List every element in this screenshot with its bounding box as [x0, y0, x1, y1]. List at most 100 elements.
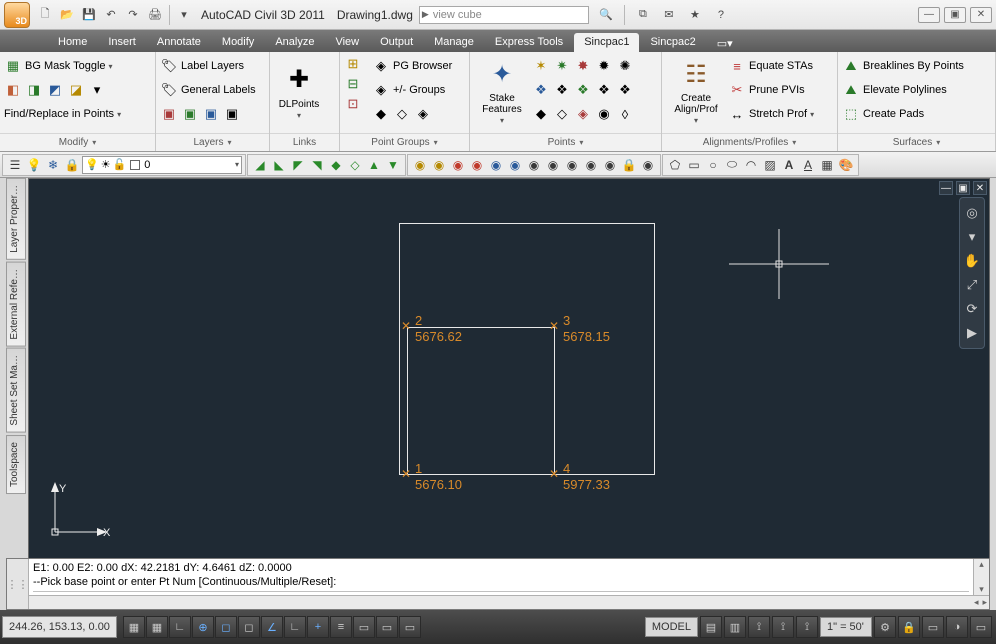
general-labels-button[interactable]: 🏷General Labels: [160, 79, 256, 101]
table-icon[interactable]: ▦: [818, 156, 836, 174]
pg-tool-icon[interactable]: ◆: [372, 105, 390, 123]
tool-icon[interactable]: ◆: [327, 156, 345, 174]
point-tool-icon[interactable]: ◈: [574, 105, 592, 123]
tool-icon[interactable]: ◢: [251, 156, 269, 174]
layer-tool-icon[interactable]: ▣: [223, 105, 241, 123]
tab-modify[interactable]: Modify: [212, 33, 264, 52]
subscription-icon[interactable]: ✉: [659, 5, 679, 25]
tab-annotate[interactable]: Annotate: [147, 33, 211, 52]
cmd-grip-icon[interactable]: ⋮⋮: [7, 559, 29, 609]
find-replace-button[interactable]: Find/Replace in Points▾: [4, 103, 151, 125]
point-tool-icon[interactable]: ❖: [574, 81, 592, 99]
point-tool-icon[interactable]: ❖: [553, 81, 571, 99]
pg-tool-icon[interactable]: ◈: [414, 105, 432, 123]
elevate-polylines-button[interactable]: ⛰Elevate Polylines: [842, 79, 964, 101]
osnap-icon[interactable]: ◻: [215, 616, 237, 638]
breaklines-button[interactable]: ⛰Breaklines By Points: [842, 55, 964, 77]
equate-stas-button[interactable]: ≡Equate STAs: [728, 55, 814, 77]
doc-minimize-icon[interactable]: —: [939, 181, 953, 195]
tab-sincpac1[interactable]: Sincpac1: [574, 33, 639, 52]
tool-icon[interactable]: ◨: [25, 81, 43, 99]
tool-icon[interactable]: ◉: [449, 156, 467, 174]
annotation-visibility-icon[interactable]: ⟟: [772, 616, 794, 638]
command-window[interactable]: ⋮⋮ E1: 0.00 E2: 0.00 dX: 42.2181 dY: 4.6…: [6, 558, 990, 610]
pg-tool-icon[interactable]: ⊞: [344, 55, 362, 73]
bulb-icon[interactable]: 💡: [25, 156, 43, 174]
quickview-layouts-icon[interactable]: ▤: [700, 616, 722, 638]
minimize-icon[interactable]: —: [918, 7, 940, 23]
prune-pvis-button[interactable]: ✂Prune PVIs: [728, 79, 814, 101]
help-icon[interactable]: ?: [711, 5, 731, 25]
rect-icon[interactable]: ▭: [685, 156, 703, 174]
save-icon[interactable]: 💾: [79, 5, 99, 25]
dlpoints-button[interactable]: ✚ DLPoints▾: [274, 55, 324, 130]
point-tool-icon[interactable]: ❖: [532, 81, 550, 99]
ortho-icon[interactable]: ∟: [169, 616, 191, 638]
drawing-canvas[interactable]: — ▣ ✕ ✕ ✕ ✕ ✕ 2 5676.62 3 5678.15 1 5676…: [28, 178, 990, 560]
point-tool-icon[interactable]: ✹: [595, 57, 613, 75]
hatch-icon[interactable]: ▨: [761, 156, 779, 174]
layer-tool-icon[interactable]: ▣: [160, 105, 178, 123]
model-space-button[interactable]: MODEL: [645, 617, 698, 637]
zoom-extents-icon[interactable]: ⤢: [963, 276, 981, 294]
dyn-icon[interactable]: +: [307, 616, 329, 638]
tool-icon[interactable]: 🔒: [620, 156, 638, 174]
favorites-icon[interactable]: ★: [685, 5, 705, 25]
tool-icon[interactable]: ◉: [525, 156, 543, 174]
bg-mask-toggle-button[interactable]: ▦BG Mask Toggle▾: [4, 55, 151, 77]
lock-icon[interactable]: 🔒: [63, 156, 81, 174]
qp-icon[interactable]: ▭: [376, 616, 398, 638]
tab-view[interactable]: View: [325, 33, 369, 52]
point-tool-icon[interactable]: ❖: [595, 81, 613, 99]
tpy-icon[interactable]: ▭: [353, 616, 375, 638]
steering-wheel-icon[interactable]: ◎: [963, 204, 981, 222]
tool-icon[interactable]: ◪: [67, 81, 85, 99]
annotation-scale-value[interactable]: 1" = 50': [820, 617, 872, 637]
doc-maximize-icon[interactable]: ▣: [956, 181, 970, 195]
tool-icon[interactable]: ◧: [4, 81, 22, 99]
tool-icon[interactable]: ◉: [639, 156, 657, 174]
showmotion-icon[interactable]: ▶: [963, 324, 981, 342]
search-box[interactable]: ▶ view cube: [419, 6, 589, 24]
palette-tab-external-refs[interactable]: External Refe…: [6, 262, 26, 347]
point-tool-icon[interactable]: ◊: [616, 105, 634, 123]
palette-icon[interactable]: 🎨: [837, 156, 855, 174]
tool-icon[interactable]: ◉: [487, 156, 505, 174]
tab-expresstools[interactable]: Express Tools: [485, 33, 573, 52]
orbit-icon[interactable]: ⟳: [963, 300, 981, 318]
lwt-icon[interactable]: ≡: [330, 616, 352, 638]
pg-tool-icon[interactable]: ◇: [393, 105, 411, 123]
cmd-vscrollbar[interactable]: ▴▾: [973, 559, 989, 595]
palette-tab-sheet-set[interactable]: Sheet Set Ma…: [6, 348, 26, 433]
point-tool-icon[interactable]: ◇: [553, 105, 571, 123]
polygon-icon[interactable]: ⬠: [666, 156, 684, 174]
pg-tool-icon[interactable]: ⊟: [344, 75, 362, 93]
tool-icon[interactable]: ◉: [468, 156, 486, 174]
undo-icon[interactable]: ↶: [101, 5, 121, 25]
stake-features-button[interactable]: ✦ Stake Features▾: [474, 55, 530, 130]
cmd-hscrollbar[interactable]: ◂▸: [29, 595, 989, 609]
tool-icon[interactable]: ◇: [346, 156, 364, 174]
tool-icon[interactable]: ◉: [563, 156, 581, 174]
close-icon[interactable]: ✕: [970, 7, 992, 23]
tool-icon[interactable]: ◉: [544, 156, 562, 174]
pg-browser-button[interactable]: ◈PG Browser: [372, 55, 452, 77]
tab-insert[interactable]: Insert: [98, 33, 146, 52]
clean-screen-icon[interactable]: ▭: [970, 616, 992, 638]
text-icon[interactable]: A: [780, 156, 798, 174]
annotation-scale-icon[interactable]: ⟟: [748, 616, 770, 638]
3dosnap-icon[interactable]: ◻: [238, 616, 260, 638]
tool-icon[interactable]: ◉: [411, 156, 429, 174]
tab-sincpac2[interactable]: Sincpac2: [640, 33, 705, 52]
tool-icon[interactable]: ▾: [88, 81, 106, 99]
ducs-icon[interactable]: ∟: [284, 616, 306, 638]
point-tool-icon[interactable]: ✶: [532, 57, 550, 75]
text-icon[interactable]: A: [799, 156, 817, 174]
open-icon[interactable]: 📂: [57, 5, 77, 25]
stretch-prof-button[interactable]: ↔Stretch Prof▾: [728, 103, 814, 125]
redo-icon[interactable]: ↷: [123, 5, 143, 25]
tab-output[interactable]: Output: [370, 33, 423, 52]
palette-tab-toolspace[interactable]: Toolspace: [6, 435, 26, 494]
ribbon-minimize-icon[interactable]: ▭▾: [713, 34, 737, 52]
point-tool-icon[interactable]: ◉: [595, 105, 613, 123]
